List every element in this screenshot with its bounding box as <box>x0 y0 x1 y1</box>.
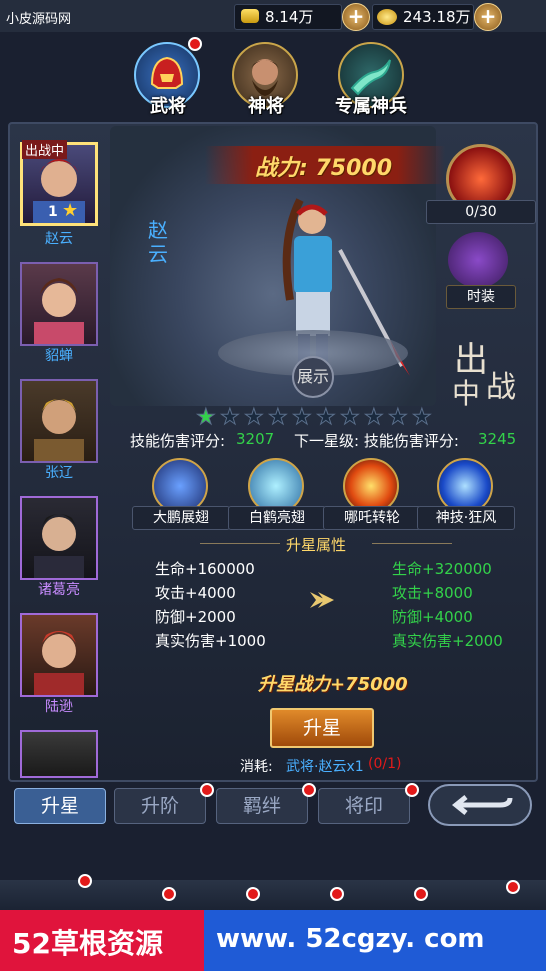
next-stat-hp: 生命+320000 <box>392 560 492 578</box>
zhangliao-portrait-icon <box>34 399 84 461</box>
tab-exclusive-weapons-label: 专属神兵 <box>335 96 407 117</box>
divider-right <box>372 543 452 544</box>
tab-star-up[interactable]: 升星 <box>14 788 106 824</box>
skill-label-3: 哪吒转轮 <box>323 506 421 530</box>
add-gold-button[interactable]: + <box>342 3 370 31</box>
diaochan-portrait-icon <box>34 278 84 344</box>
coin-resource: 243.18万 <box>372 4 474 30</box>
fashion-button[interactable]: 时装 <box>446 285 516 309</box>
star-empty-icon: ★ <box>412 405 433 430</box>
tab-divine-generals-label: 神将 <box>248 96 284 117</box>
star-empty-icon: ★ <box>316 405 337 430</box>
arrow-right-icon <box>310 592 334 608</box>
tab-generals-label: 武将 <box>150 96 186 117</box>
tab-seal-alert-dot <box>405 783 419 797</box>
banner-left-text: 52草根资源 <box>12 927 163 960</box>
gold-ingot-icon <box>241 9 259 23</box>
tab-bonds[interactable]: 羁绊 <box>216 788 308 824</box>
star-empty-icon: ★ <box>220 405 241 430</box>
nav-alert-dot-1 <box>78 874 92 888</box>
hero-power: 战力: 75000 <box>255 156 392 181</box>
hero-level: 1 <box>48 204 58 220</box>
skill-label-1: 大鹏展翅 <box>132 506 230 530</box>
item-count: 0/30 <box>426 200 536 224</box>
deploy-char-3: 战 <box>486 370 516 405</box>
upgrade-star-button[interactable]: 升星 <box>270 708 374 748</box>
cost-item: 武将·赵云x1 <box>286 759 364 775</box>
skill-score-value: 3207 <box>236 430 275 448</box>
next-skill-score-label: 下一星级: 技能伤害评分: <box>294 432 459 450</box>
upgrade-title: 升星属性 <box>286 536 347 554</box>
hero-card-luxun[interactable] <box>20 613 98 697</box>
nav-alert-dot-4 <box>330 887 344 901</box>
gold-resource: 8.14万 <box>234 4 342 30</box>
hero-name-zhaoyun: 赵云 <box>45 231 73 247</box>
exhibit-button[interactable]: 展示 <box>292 356 334 398</box>
hero-name-zhangliao: 张辽 <box>45 465 73 481</box>
upgrade-power-gain: 升星战力+75000 <box>258 674 408 695</box>
fashion-icon[interactable] <box>448 232 508 288</box>
nav-alert-dot-6 <box>506 880 520 894</box>
star-empty-icon: ★ <box>364 405 385 430</box>
star-empty-icon: ★ <box>244 405 265 430</box>
hero-name-diaochan: 貂蝉 <box>45 348 73 364</box>
coin-amount: 243.18万 <box>403 8 471 26</box>
deploy-char-2: 中 <box>452 377 481 410</box>
return-button[interactable] <box>428 784 532 826</box>
hero-name-zhugeliang: 诸葛亮 <box>38 582 80 598</box>
next-stat-def: 防御+4000 <box>392 608 473 626</box>
tab-bonds-alert-dot <box>302 783 316 797</box>
coin-icon <box>377 9 397 25</box>
hero-card-next[interactable] <box>20 730 98 778</box>
next-skill-score-value: 3245 <box>478 430 517 448</box>
hero-title-name: 赵云 <box>148 218 168 266</box>
tab-advance-alert-dot <box>200 783 214 797</box>
star-empty-icon: ★ <box>292 405 313 430</box>
cost-count: (0/1) <box>368 756 402 772</box>
current-stat-def: 防御+2000 <box>155 608 236 626</box>
luxun-portrait-icon <box>34 631 84 695</box>
site-title: 小皮源码网 <box>6 12 72 27</box>
hero-card-diaochan[interactable] <box>20 262 98 346</box>
deployed-badge: 出战中 <box>22 140 68 159</box>
level-star-icon: ★ <box>62 200 79 221</box>
next-stat-atk: 攻击+8000 <box>392 584 473 602</box>
nav-alert-dot-5 <box>414 887 428 901</box>
add-coin-button[interactable]: + <box>474 3 502 31</box>
skill-score-label: 技能伤害评分: <box>130 432 226 450</box>
divider-left <box>200 543 280 544</box>
tab-advance[interactable]: 升阶 <box>114 788 206 824</box>
current-stat-atk: 攻击+4000 <box>155 584 236 602</box>
cost-label: 消耗: <box>240 759 273 775</box>
return-arrow-icon <box>451 795 513 815</box>
hero-card-zhangliao[interactable] <box>20 379 98 463</box>
next-stat-true-dmg: 真实伤害+2000 <box>392 632 503 650</box>
star-filled-icon: ★ <box>196 405 217 430</box>
star-empty-icon: ★ <box>340 405 361 430</box>
hero-name-luxun: 陆逊 <box>45 699 73 715</box>
star-empty-icon: ★ <box>388 405 409 430</box>
tab-generals-alert-dot <box>188 37 202 51</box>
banner-right-text: www. 52cgzy. com <box>216 924 485 954</box>
zhugeliang-portrait-icon <box>34 514 84 578</box>
nav-alert-dot-2 <box>162 887 176 901</box>
current-stat-hp: 生命+160000 <box>155 560 255 578</box>
tab-seal[interactable]: 将印 <box>318 788 410 824</box>
nav-alert-dot-3 <box>246 887 260 901</box>
current-stat-true-dmg: 真实伤害+1000 <box>155 632 266 650</box>
hero-card-zhugeliang[interactable] <box>20 496 98 580</box>
gold-amount: 8.14万 <box>265 8 314 26</box>
skill-label-4: 神技·狂风 <box>417 506 515 530</box>
star-empty-icon: ★ <box>268 405 289 430</box>
skill-label-2: 白鹤亮翅 <box>228 506 326 530</box>
